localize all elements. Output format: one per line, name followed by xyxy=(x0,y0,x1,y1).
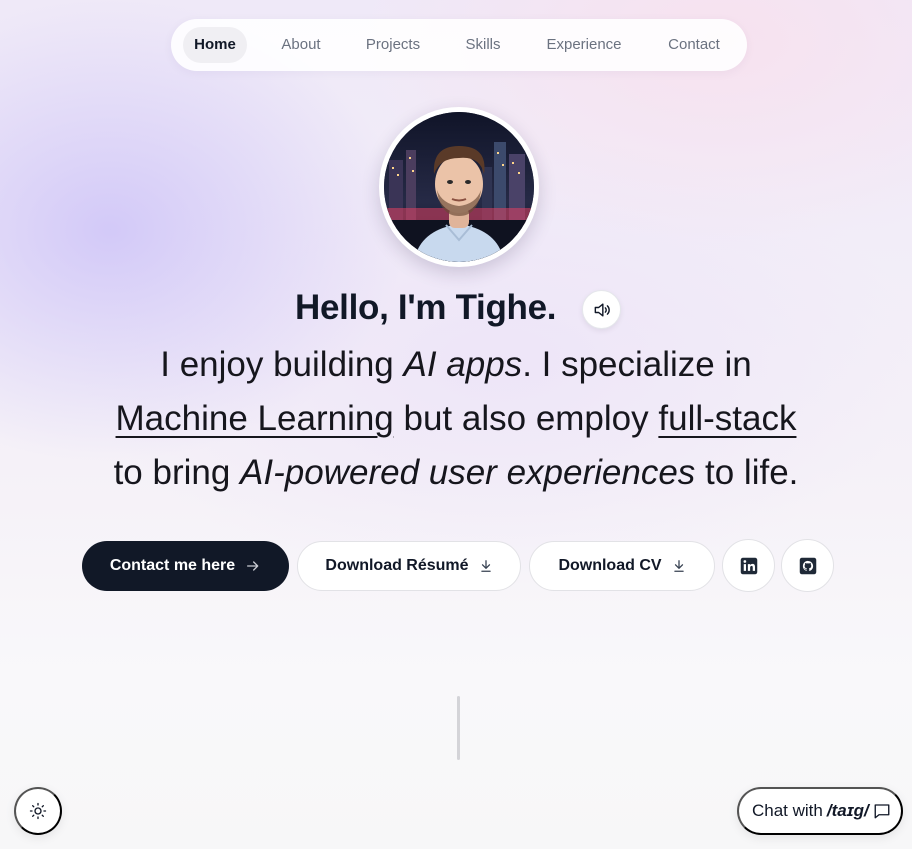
bio-emphasis-ai-apps: AI apps xyxy=(403,345,523,384)
bio-text: I enjoy building AI apps. I specialize i… xyxy=(0,338,912,500)
pronunciation-button[interactable] xyxy=(582,290,621,329)
download-icon xyxy=(480,560,491,572)
avatar xyxy=(379,107,539,267)
github-button[interactable] xyxy=(781,539,834,592)
bio-fragment: I enjoy building xyxy=(160,345,404,384)
contact-button-label: Contact me here xyxy=(109,557,236,574)
profile-photo xyxy=(384,112,534,262)
nav-home[interactable]: Home xyxy=(183,27,247,63)
chat-button[interactable]: Chat with /taɪg/ xyxy=(737,787,903,835)
full-stack-link[interactable]: full-stack xyxy=(658,399,796,438)
speaker-icon xyxy=(594,302,610,317)
linkedin-icon xyxy=(740,557,757,574)
nav-experience[interactable]: Experience xyxy=(535,27,633,63)
chat-label: Chat with xyxy=(752,801,823,820)
bio-emphasis-ai-experiences: AI-powered user experiences xyxy=(240,453,696,492)
github-icon xyxy=(799,557,816,574)
nav-skills[interactable]: Skills xyxy=(455,27,511,63)
machine-learning-link[interactable]: Machine Learning xyxy=(116,399,394,438)
bio-fragment: . I specialize in xyxy=(522,345,752,384)
greeting-heading: Hello, I'm Tighe. xyxy=(0,288,912,332)
download-resume-label: Download Résumé xyxy=(325,557,469,574)
bio-fragment: to life. xyxy=(695,453,799,492)
sun-icon xyxy=(29,802,47,820)
linkedin-button[interactable] xyxy=(722,539,775,592)
message-icon xyxy=(874,804,890,819)
nav-contact[interactable]: Contact xyxy=(657,27,731,63)
chat-brand: /taɪg/ xyxy=(826,801,869,820)
download-cv-label: Download CV xyxy=(558,557,662,574)
bio-fragment: but also employ xyxy=(393,399,659,438)
greeting-text: Hello, I'm Tighe. xyxy=(295,288,557,327)
download-icon xyxy=(673,560,684,572)
scroll-indicator xyxy=(457,696,460,760)
download-resume-button[interactable]: Download Résumé xyxy=(297,541,521,591)
top-navigation: Home About Projects Skills Experience Co… xyxy=(171,19,747,71)
bio-fragment: to bring xyxy=(113,453,241,492)
download-cv-button[interactable]: Download CV xyxy=(529,541,715,591)
theme-toggle-button[interactable] xyxy=(14,787,62,835)
contact-button[interactable]: Contact me here xyxy=(82,541,289,591)
nav-projects[interactable]: Projects xyxy=(355,27,431,63)
nav-about[interactable]: About xyxy=(269,27,333,63)
arrow-right-icon xyxy=(247,561,259,571)
